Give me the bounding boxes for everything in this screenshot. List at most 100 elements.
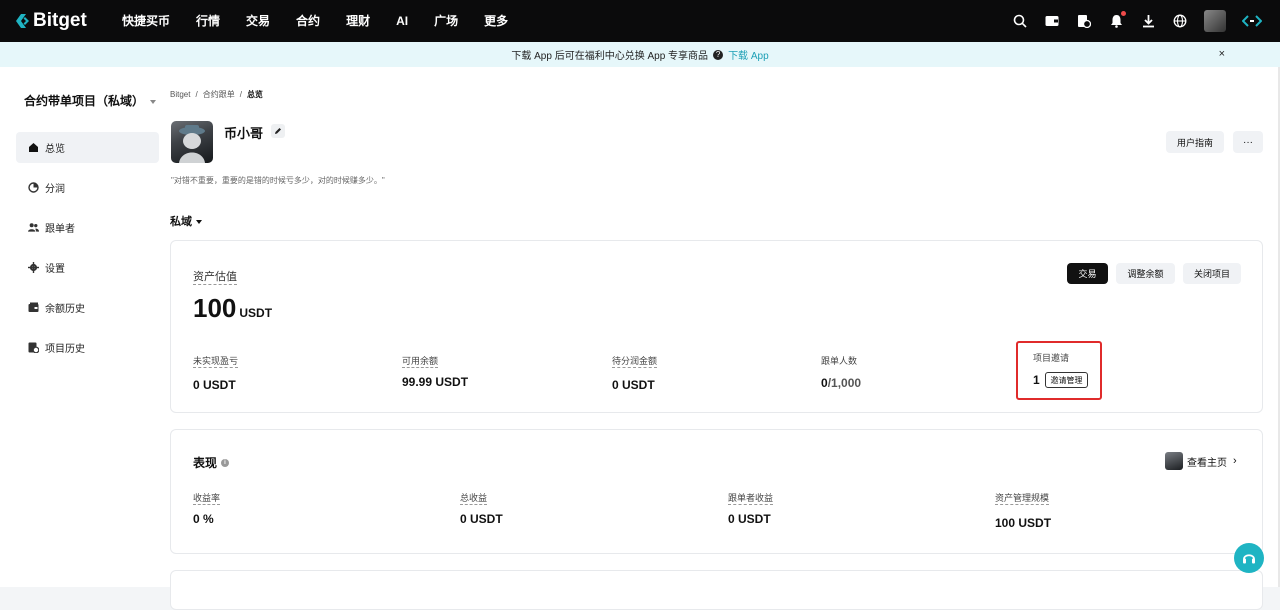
breadcrumb-current: 总览 <box>246 90 263 99</box>
nav-item-markets[interactable]: 行情 <box>183 0 233 42</box>
stat-available-balance: 可用余额 99.99 USDT <box>402 351 468 389</box>
info-icon[interactable]: i <box>221 458 230 467</box>
wallet-icon[interactable] <box>1044 13 1060 29</box>
main-menu: 快捷买币 行情 交易 合约 理财 AI 广场 更多 <box>109 0 521 42</box>
bitget-logo-icon <box>16 14 29 28</box>
sidebar-item-followers[interactable]: 跟单者 <box>16 212 159 243</box>
sidebar-item-label: 总览 <box>45 144 65 155</box>
breadcrumb-copy-trading[interactable]: 合约跟单 <box>203 90 235 99</box>
trader-motto: "对错不重要，重要的是错的时候亏多少，对的时候赚多少。" <box>171 176 385 185</box>
pencil-icon <box>275 128 281 134</box>
adjust-balance-button[interactable]: 调整余额 <box>1116 263 1175 284</box>
bell-icon[interactable] <box>1108 11 1126 29</box>
sidebar-item-settings[interactable]: 设置 <box>16 252 159 283</box>
promo-banner: 下载 App 后可在福利中心兑换 App 专享商品 ? 下载 App × <box>0 42 1280 67</box>
close-project-button[interactable]: 关闭项目 <box>1183 263 1241 284</box>
invite-management-button[interactable]: 邀请管理 <box>1045 372 1088 388</box>
stat-value: 0 % <box>193 512 214 526</box>
nav-item-trade[interactable]: 交易 <box>233 0 283 42</box>
edit-name-button[interactable] <box>271 124 285 138</box>
nav-item-more[interactable]: 更多 <box>471 0 521 42</box>
sidebar-item-overview[interactable]: 总览 <box>16 132 159 163</box>
search-icon[interactable] <box>1012 13 1028 29</box>
switch-icon[interactable] <box>1242 13 1262 29</box>
scope-label: 私域 <box>170 216 192 228</box>
download-icon[interactable] <box>1140 13 1156 29</box>
globe-icon[interactable] <box>1172 13 1188 29</box>
bitget-logo[interactable]: Bitget <box>16 10 96 32</box>
nav-item-ai[interactable]: AI <box>383 0 421 42</box>
banner-close-button[interactable]: × <box>1219 42 1225 67</box>
project-invite-highlight: 项目邀请 1 邀请管理 <box>1016 341 1102 400</box>
stat-value: 100 USDT <box>995 516 1052 530</box>
stat-value: 0 USDT <box>612 378 655 392</box>
brand-name: Bitget <box>33 10 87 31</box>
banner-text: 下载 App 后可在福利中心兑换 App 专享商品 <box>511 51 709 62</box>
view-homepage-label: 查看主页 <box>1187 457 1227 469</box>
top-navbar: Bitget 快捷买币 行情 交易 合约 理财 AI 广场 更多 <box>0 0 1280 42</box>
scope-selector[interactable]: 私域 <box>170 213 202 229</box>
nav-actions <box>1012 0 1262 42</box>
sidebar-item-label: 项目历史 <box>45 344 85 355</box>
asset-valuation-value: 100 USDT <box>193 293 272 324</box>
project-history-icon <box>28 342 39 353</box>
stat-value: 99.99 USDT <box>402 375 469 389</box>
gear-icon <box>28 262 39 273</box>
stat-label: 未实现盈亏 <box>193 356 239 368</box>
notification-dot <box>1121 11 1126 16</box>
users-icon <box>28 222 39 233</box>
sidebar-item-profit-share[interactable]: 分润 <box>16 172 159 203</box>
chevron-down-icon <box>150 99 157 104</box>
asset-unit: USDT <box>239 306 273 320</box>
follower-limit: /1,000 <box>827 376 862 390</box>
nav-item-quick-buy[interactable]: 快捷买币 <box>109 0 183 42</box>
pie-icon <box>28 182 39 193</box>
sidebar-item-label: 跟单者 <box>45 224 75 235</box>
stat-value: 0 USDT <box>460 512 503 526</box>
stat-label: 收益率 <box>193 493 221 505</box>
trader-name: 币小哥 <box>224 126 264 141</box>
user-avatar[interactable] <box>1204 10 1226 32</box>
stat-label: 可用余额 <box>402 356 439 368</box>
sidebar-item-balance-history[interactable]: 余额历史 <box>16 292 159 323</box>
stat-value: 0/1,000 <box>821 376 861 390</box>
nav-item-earn[interactable]: 理财 <box>333 0 383 42</box>
stat-aum: 资产管理规模 100 USDT <box>995 488 1051 530</box>
download-app-link[interactable]: 下载 App <box>728 47 769 62</box>
asset-valuation-label: 资产估值 <box>193 268 237 285</box>
breadcrumb: Bitget / 合约跟单 / 总览 <box>170 90 263 99</box>
stat-value: 0 USDT <box>193 378 236 392</box>
help-icon[interactable]: ? <box>713 49 724 60</box>
follower-count: 0 <box>821 376 828 390</box>
asset-amount: 100 <box>193 293 237 323</box>
nav-item-futures[interactable]: 合约 <box>283 0 333 42</box>
chevron-right-icon: › <box>1233 455 1237 467</box>
project-invite-label: 项目邀请 <box>1033 353 1070 363</box>
trade-button[interactable]: 交易 <box>1067 263 1108 284</box>
stat-label: 跟单人数 <box>821 356 858 366</box>
performance-title-label: 表现 <box>193 456 218 470</box>
sidebar-item-label: 分润 <box>45 184 65 195</box>
breadcrumb-bitget[interactable]: Bitget <box>170 90 190 99</box>
stat-follower-profit: 跟单者收益 0 USDT <box>728 488 774 526</box>
more-button[interactable]: ··· <box>1233 131 1263 153</box>
view-homepage-link[interactable]: 查看主页 › <box>1165 452 1237 470</box>
user-guide-button[interactable]: 用户指南 <box>1166 131 1224 153</box>
balance-history-icon <box>28 302 39 313</box>
stat-label: 待分润金额 <box>612 356 658 368</box>
customer-support-button[interactable] <box>1234 543 1264 573</box>
stat-return-rate: 收益率 0 % <box>193 488 221 526</box>
orders-icon[interactable] <box>1076 13 1092 29</box>
sidebar-item-label: 设置 <box>45 264 65 275</box>
stat-label: 跟单者收益 <box>728 493 774 505</box>
stat-follower-count: 跟单人数 0/1,000 <box>821 351 861 390</box>
page-content: 合约带单项目（私域） 总览 分润 跟单者 设置 余额历史 项目历史 Bitget… <box>0 67 1280 610</box>
sidebar-item-project-history[interactable]: 项目历史 <box>16 332 159 363</box>
sidebar-title-label: 合约带单项目（私域） <box>24 94 145 108</box>
stat-pending-profit-share: 待分润金额 0 USDT <box>612 351 658 392</box>
sidebar-title[interactable]: 合约带单项目（私域） <box>24 92 157 109</box>
nav-item-square[interactable]: 广场 <box>421 0 471 42</box>
sidebar-item-label: 余额历史 <box>45 304 85 315</box>
caret-down-icon <box>196 220 202 225</box>
performance-title: 表现 i <box>193 454 230 471</box>
